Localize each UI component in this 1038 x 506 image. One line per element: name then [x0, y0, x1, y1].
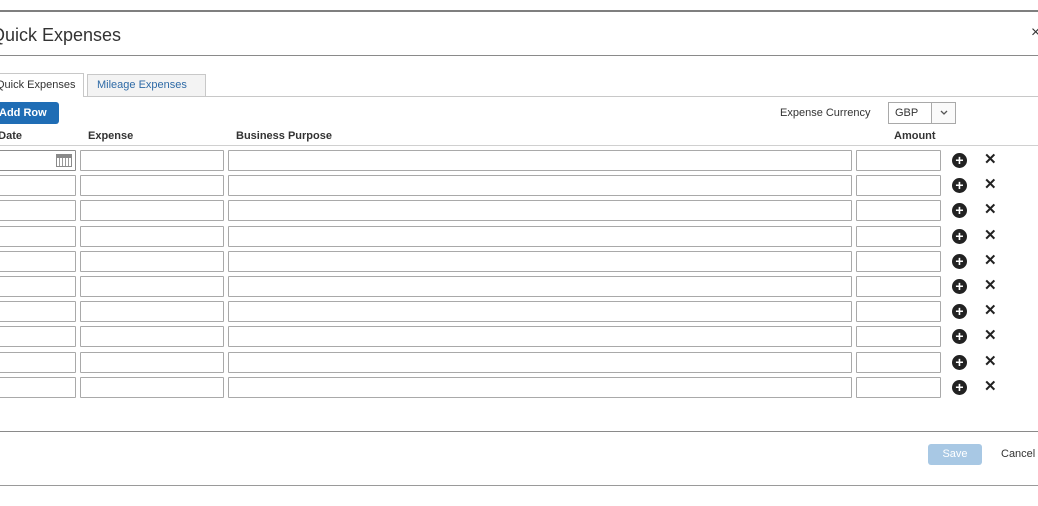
chevron-down-icon[interactable] [931, 103, 955, 123]
column-header-amount: Amount [894, 130, 936, 142]
date-input[interactable] [0, 225, 76, 247]
table-row: + ✕ [0, 175, 1038, 200]
expense-input[interactable] [80, 301, 224, 323]
tab-quick-expenses[interactable]: Quick Expenses [0, 73, 84, 97]
table-row: + ✕ [0, 275, 1038, 301]
amount-input[interactable] [856, 376, 941, 398]
business-purpose-input[interactable] [228, 275, 852, 297]
bottom-divider [0, 485, 1038, 486]
business-purpose-input[interactable] [228, 376, 852, 398]
expense-input[interactable] [80, 150, 224, 171]
expense-input[interactable] [80, 200, 224, 222]
date-input[interactable] [0, 150, 76, 171]
business-purpose-input[interactable] [228, 225, 852, 247]
x-icon[interactable]: ✕ [984, 277, 997, 295]
plus-circle-icon[interactable]: + [952, 329, 967, 345]
plus-circle-icon[interactable]: + [952, 304, 967, 320]
plus-circle-icon[interactable]: + [952, 228, 967, 244]
expense-input[interactable] [80, 275, 224, 297]
table-row: + ✕ [0, 301, 1038, 326]
table-row: + ✕ [0, 150, 1038, 175]
date-input[interactable] [0, 326, 76, 348]
business-purpose-input[interactable] [228, 150, 852, 171]
cancel-button[interactable]: Cancel [1001, 448, 1035, 460]
expense-input[interactable] [80, 326, 224, 348]
date-input[interactable] [0, 376, 76, 398]
expense-input[interactable] [80, 250, 224, 272]
business-purpose-input[interactable] [228, 326, 852, 348]
column-header-business-purpose: Business Purpose [236, 130, 332, 142]
plus-circle-icon[interactable]: + [952, 253, 967, 269]
table-row: + ✕ [0, 351, 1038, 377]
plus-circle-icon[interactable]: + [952, 278, 967, 294]
calendar-icon[interactable] [56, 154, 72, 167]
plus-circle-icon[interactable]: + [952, 153, 967, 168]
date-input[interactable] [0, 275, 76, 297]
expense-currency-select[interactable]: GBP [888, 102, 956, 124]
currency-value: GBP [895, 107, 919, 119]
table-row: + ✕ [0, 376, 1038, 402]
tab-mileage-expenses[interactable]: Mileage Expenses [87, 74, 206, 96]
expense-input[interactable] [80, 351, 224, 373]
table-row: + ✕ [0, 326, 1038, 351]
x-icon[interactable]: ✕ [984, 227, 997, 245]
date-input[interactable] [0, 351, 76, 373]
save-button[interactable]: Save [928, 444, 982, 465]
column-header-date: Date [0, 130, 22, 142]
expense-currency-label: Expense Currency [780, 107, 871, 119]
add-row-button[interactable]: Add Row [0, 102, 59, 124]
dialog-title: Quick Expenses [0, 25, 122, 45]
date-input[interactable] [0, 250, 76, 272]
x-icon[interactable]: ✕ [984, 176, 997, 194]
business-purpose-input[interactable] [228, 351, 852, 373]
x-icon[interactable]: ✕ [984, 252, 997, 270]
amount-input[interactable] [856, 351, 941, 373]
tab-bar-line [0, 96, 1038, 97]
amount-input[interactable] [856, 225, 941, 247]
header-divider [0, 55, 1038, 56]
amount-input[interactable] [856, 175, 941, 197]
dialog-top-border [0, 10, 1038, 12]
x-icon[interactable]: ✕ [984, 302, 997, 320]
date-input[interactable] [0, 301, 76, 323]
plus-circle-icon[interactable]: + [952, 203, 967, 219]
expense-input[interactable] [80, 376, 224, 398]
plus-circle-icon[interactable]: + [952, 178, 967, 194]
close-icon[interactable]: × [1031, 24, 1038, 42]
amount-input[interactable] [856, 301, 941, 323]
footer-divider [0, 431, 1038, 432]
business-purpose-input[interactable] [228, 200, 852, 222]
top-shade [0, 0, 1038, 10]
x-icon[interactable]: ✕ [984, 378, 997, 396]
plus-circle-icon[interactable]: + [952, 379, 967, 395]
column-header-expense: Expense [88, 130, 134, 142]
date-input[interactable] [0, 200, 76, 222]
table-row: + ✕ [0, 200, 1038, 225]
expense-input[interactable] [80, 175, 224, 197]
amount-input[interactable] [856, 326, 941, 348]
business-purpose-input[interactable] [228, 250, 852, 272]
amount-input[interactable] [856, 150, 941, 171]
header-row-divider [0, 145, 1038, 146]
amount-input[interactable] [856, 200, 941, 222]
plus-circle-icon[interactable]: + [952, 354, 967, 370]
amount-input[interactable] [856, 275, 941, 297]
date-input[interactable] [0, 175, 76, 197]
business-purpose-input[interactable] [228, 301, 852, 323]
table-row: + ✕ [0, 225, 1038, 251]
x-icon[interactable]: ✕ [984, 353, 997, 371]
expense-input[interactable] [80, 225, 224, 247]
x-icon[interactable]: ✕ [984, 151, 997, 169]
business-purpose-input[interactable] [228, 175, 852, 197]
table-row: + ✕ [0, 250, 1038, 276]
x-icon[interactable]: ✕ [984, 201, 997, 219]
x-icon[interactable]: ✕ [984, 327, 997, 345]
expense-rows: + ✕ + ✕ + ✕ + ✕ + ✕ + ✕ + ✕ + ✕ + ✕ + ✕ [0, 150, 1038, 402]
amount-input[interactable] [856, 250, 941, 272]
